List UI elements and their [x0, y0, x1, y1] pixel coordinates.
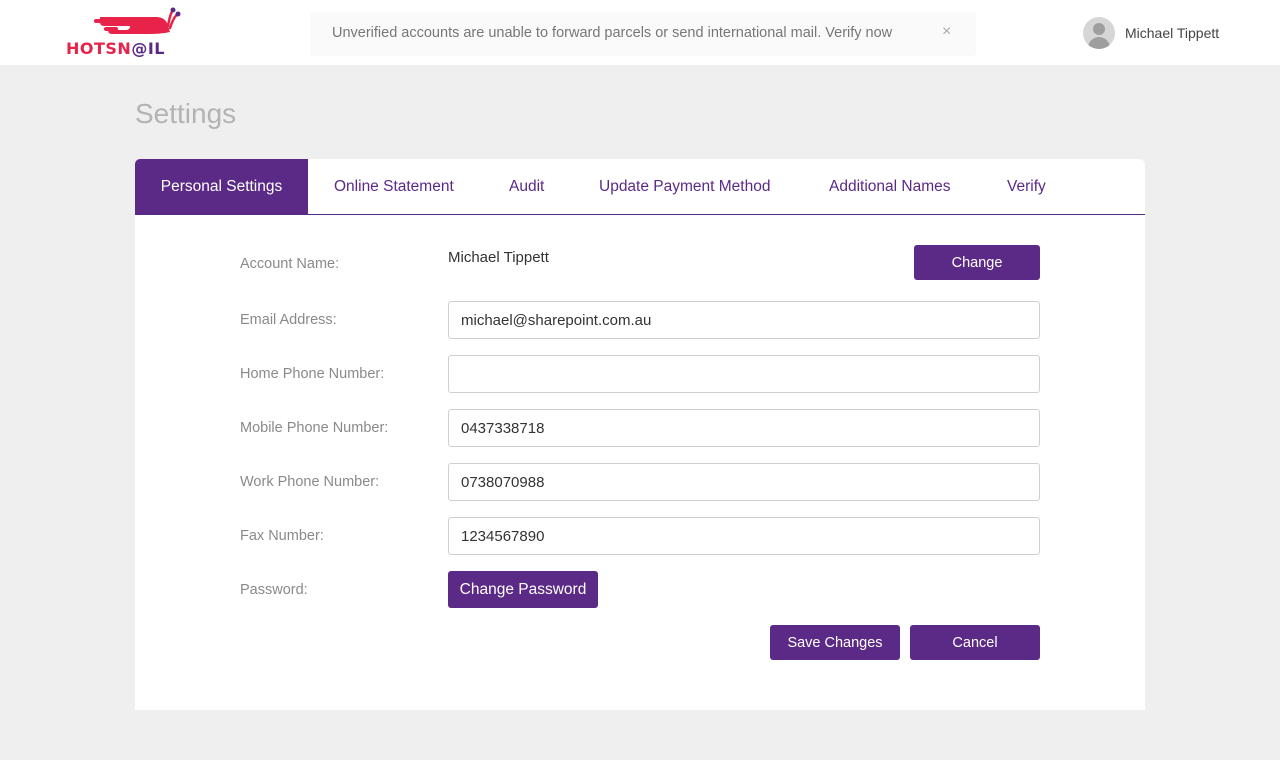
account-name-label: Account Name: [240, 256, 340, 272]
avatar-head [1093, 23, 1105, 35]
change-account-name-button[interactable]: Change [914, 245, 1040, 280]
change-password-button[interactable]: Change Password [448, 571, 598, 608]
settings-card: Personal Settings Online Statement Audit… [135, 159, 1145, 710]
logo-wordmark: HOTSN@IL [66, 39, 165, 58]
tab-additional-names[interactable]: Additional Names [829, 159, 950, 214]
email-label: Email Address: [240, 312, 337, 328]
work-phone-field[interactable] [448, 463, 1040, 501]
user-name[interactable]: Michael Tippett [1125, 25, 1219, 41]
close-icon[interactable]: × [942, 23, 951, 41]
cancel-button[interactable]: Cancel [910, 625, 1040, 660]
tab-audit[interactable]: Audit [509, 159, 544, 214]
mobile-phone-label: Mobile Phone Number: [240, 420, 389, 436]
work-phone-label: Work Phone Number: [240, 474, 380, 490]
email-field[interactable] [448, 301, 1040, 339]
password-label: Password: [240, 582, 308, 598]
tab-verify[interactable]: Verify [1007, 159, 1046, 214]
tab-online-statement[interactable]: Online Statement [334, 159, 454, 214]
account-name-value: Michael Tippett [448, 249, 549, 266]
tab-personal-settings[interactable]: Personal Settings [135, 159, 308, 214]
tab-update-payment-method[interactable]: Update Payment Method [599, 159, 770, 214]
top-bar: HOTSN@IL Unverified accounts are unable … [0, 0, 1280, 65]
home-phone-field[interactable] [448, 355, 1040, 393]
verification-notice: Unverified accounts are unable to forwar… [310, 12, 976, 56]
save-changes-button[interactable]: Save Changes [770, 625, 900, 660]
hotsnail-logo[interactable]: HOTSN@IL [64, 6, 182, 60]
fax-label: Fax Number: [240, 528, 324, 544]
fax-field[interactable] [448, 517, 1040, 555]
settings-tabs: Personal Settings Online Statement Audit… [135, 159, 1145, 215]
home-phone-label: Home Phone Number: [240, 366, 385, 382]
notice-text[interactable]: Unverified accounts are unable to forwar… [332, 25, 892, 41]
avatar-body [1088, 37, 1110, 49]
mobile-phone-field[interactable] [448, 409, 1040, 447]
user-avatar-icon[interactable] [1083, 17, 1115, 49]
page-title: Settings [135, 98, 237, 129]
